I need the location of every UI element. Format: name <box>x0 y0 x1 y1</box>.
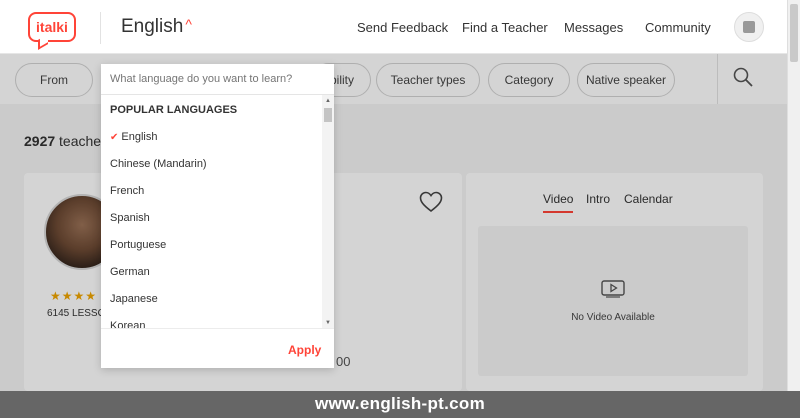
caret-up-icon: ^ <box>185 16 192 32</box>
language-option-korean[interactable]: Korean <box>110 320 145 328</box>
user-avatar[interactable] <box>734 12 764 42</box>
checkmark-icon: ✔ <box>110 132 119 143</box>
language-option-label: English <box>121 131 158 143</box>
language-option-english[interactable]: ✔ English <box>110 131 157 147</box>
dropdown-scrollbar-thumb[interactable] <box>324 108 332 122</box>
page-scrollbar[interactable] <box>787 0 800 418</box>
nav-find-teacher[interactable]: Find a Teacher <box>462 20 548 35</box>
nav-messages[interactable]: Messages <box>564 20 623 35</box>
language-option-portuguese[interactable]: Portuguese <box>110 239 166 255</box>
italki-logo[interactable]: italki <box>28 12 76 42</box>
top-header: italki English ^ Send Feedback Find a Tea… <box>0 0 787 54</box>
language-option-german[interactable]: German <box>110 266 150 282</box>
language-option-chinese[interactable]: Chinese (Mandarin) <box>110 158 207 174</box>
language-selector-label: English <box>121 16 184 37</box>
apply-button[interactable]: Apply <box>288 343 321 357</box>
language-selector[interactable]: English ^ <box>121 16 192 38</box>
nav-community[interactable]: Community <box>645 20 711 35</box>
language-option-spanish[interactable]: Spanish <box>110 212 150 228</box>
scroll-down-icon[interactable]: ▼ <box>325 320 331 326</box>
scroll-up-icon[interactable]: ▲ <box>325 98 331 104</box>
language-option-french[interactable]: French <box>110 185 144 201</box>
dropdown-footer: Apply <box>101 328 334 368</box>
language-dropdown: POPULAR LANGUAGES ✔English Chinese (Mand… <box>101 64 334 368</box>
popular-languages-heading: POPULAR LANGUAGES <box>110 104 238 116</box>
watermark-text: www.english-pt.com <box>314 394 486 413</box>
language-list: POPULAR LANGUAGES ✔ English Chinese (Mand… <box>101 95 322 328</box>
nav-send-feedback[interactable]: Send Feedback <box>357 20 448 35</box>
page-scrollbar-thumb[interactable] <box>790 4 798 62</box>
dropdown-scrollbar[interactable]: ▲ ▼ <box>322 95 334 328</box>
language-search-input[interactable] <box>101 64 334 95</box>
header-divider <box>100 12 101 44</box>
user-icon <box>743 21 755 33</box>
language-option-japanese[interactable]: Japanese <box>110 293 158 309</box>
